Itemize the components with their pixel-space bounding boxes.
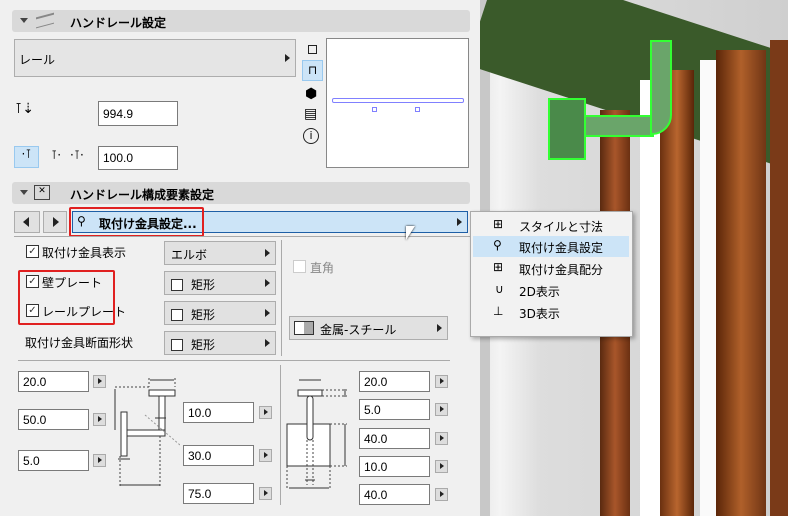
dim-input[interactable] <box>359 456 430 477</box>
bracket-3d <box>548 98 586 160</box>
elbow-select[interactable]: エルボ <box>164 241 276 265</box>
dim-menu-button[interactable] <box>435 403 448 416</box>
panel-page-menu: ⊞ スタイルと寸法 ⚲ 取付け金具設定 ⊞ 取付け金具配分 ∪ 2D表示 ⊥ 3D表示 <box>470 211 633 337</box>
menu-item-label: 取付け金具配分 <box>519 263 604 277</box>
section-title: ハンドレール設定 <box>70 16 167 30</box>
menu-item-label: 取付け金具設定 <box>519 241 604 255</box>
dim-input[interactable] <box>359 371 430 392</box>
section-title: ハンドレール構成要素設定 <box>70 188 215 202</box>
dim-input[interactable] <box>18 409 89 430</box>
dim-menu-button[interactable] <box>93 375 106 388</box>
rail-height-input[interactable] <box>98 101 178 126</box>
shape-label: 矩形 <box>191 278 216 292</box>
shape-label: 矩形 <box>191 308 216 322</box>
dim-menu-button[interactable] <box>435 432 448 445</box>
dim-menu-button[interactable] <box>93 413 106 426</box>
menu-item-bracket-settings[interactable]: ⚲ 取付け金具設定 <box>473 236 629 257</box>
show-bracket-checkbox[interactable]: ✓ <box>26 245 39 258</box>
dim-menu-button[interactable] <box>435 488 448 501</box>
offset-input[interactable] <box>98 146 178 170</box>
bracket-icon: ⚲ <box>493 238 502 252</box>
menu-item-label: 3D表示 <box>519 307 560 321</box>
menu-item-3d-display[interactable]: ⊥ 3D表示 <box>473 302 629 323</box>
highlight-box <box>69 207 204 237</box>
distribution-icon: ⊞ <box>493 260 504 274</box>
right-angle-checkbox[interactable] <box>293 260 306 273</box>
offset-mode-both-icon[interactable]: ·⊺· <box>70 148 84 162</box>
offset-mode-center-icon[interactable]: ·⊺ <box>14 146 39 168</box>
collapse-triangle-icon <box>20 190 28 195</box>
handrail-components-header[interactable]: ✕ ハンドレール構成要素設定 <box>12 182 470 204</box>
dim-input[interactable] <box>359 484 430 505</box>
3d-view-icon[interactable]: ⬢ <box>305 86 317 102</box>
dim-menu-button[interactable] <box>259 487 272 500</box>
material-label: 金属-スチール <box>320 323 397 337</box>
handrail-settings-header[interactable]: ハンドレール設定 <box>12 10 470 32</box>
menu-item-2d-display[interactable]: ∪ 2D表示 <box>473 280 629 301</box>
dim-input[interactable] <box>183 445 254 466</box>
3d-brush-icon: ⊥ <box>493 304 504 318</box>
dim-menu-button[interactable] <box>259 406 272 419</box>
dim-input[interactable] <box>359 399 430 420</box>
menu-item-label: 2D表示 <box>519 285 560 299</box>
highlight-box <box>18 270 115 325</box>
dim-input[interactable] <box>183 402 254 423</box>
show-bracket-label: 取付け金具表示 <box>42 246 127 260</box>
rail-select-label: レール <box>19 53 56 67</box>
rail-select[interactable]: レール <box>14 39 296 77</box>
bracket-side-diagram <box>114 378 180 487</box>
mouse-cursor-icon <box>406 226 415 240</box>
collapse-triangle-icon <box>20 18 28 23</box>
section-view-icon[interactable]: ▤ <box>304 106 317 122</box>
components-icon: ✕ <box>34 185 50 200</box>
info-icon[interactable]: i <box>303 128 319 144</box>
railing-icon <box>36 12 54 29</box>
wall-plate-shape-select[interactable]: 矩形 <box>164 271 276 295</box>
dim-menu-button[interactable] <box>259 449 272 462</box>
elbow-label: エルボ <box>171 248 208 262</box>
menu-item-style-dimensions[interactable]: ⊞ スタイルと寸法 <box>473 215 629 236</box>
section-shape-select[interactable]: 矩形 <box>164 331 276 355</box>
dim-menu-button[interactable] <box>435 460 448 473</box>
dim-menu-button[interactable] <box>435 375 448 388</box>
railing-style-icon: ⊞ <box>493 217 504 231</box>
preview-box <box>326 38 469 168</box>
rail-plate-shape-select[interactable]: 矩形 <box>164 301 276 325</box>
dim-input[interactable] <box>18 450 89 471</box>
menu-item-bracket-distribution[interactable]: ⊞ 取付け金具配分 <box>473 258 629 279</box>
dim-input[interactable] <box>359 428 430 449</box>
right-angle-label: 直角 <box>310 261 335 275</box>
2d-pen-icon: ∪ <box>495 282 504 296</box>
material-swatch-icon <box>294 321 314 335</box>
rail-height-icon: ⊺⇣ <box>15 101 35 117</box>
section-shape-label: 取付け金具断面形状 <box>25 336 134 350</box>
next-page-button[interactable] <box>43 211 67 233</box>
menu-item-label: スタイルと寸法 <box>519 220 604 234</box>
material-select[interactable]: 金属-スチール <box>289 316 448 340</box>
dim-menu-button[interactable] <box>93 454 106 467</box>
bracket-front-diagram <box>286 379 347 490</box>
dim-input[interactable] <box>18 371 89 392</box>
prev-page-button[interactable] <box>14 211 40 233</box>
shape-label: 矩形 <box>191 338 216 352</box>
plan-view-icon[interactable] <box>308 45 317 54</box>
offset-mode-end-icon[interactable]: ⊺· <box>51 148 61 162</box>
dim-input[interactable] <box>183 483 254 504</box>
elevation-view-icon[interactable]: ⊓ <box>302 60 323 81</box>
